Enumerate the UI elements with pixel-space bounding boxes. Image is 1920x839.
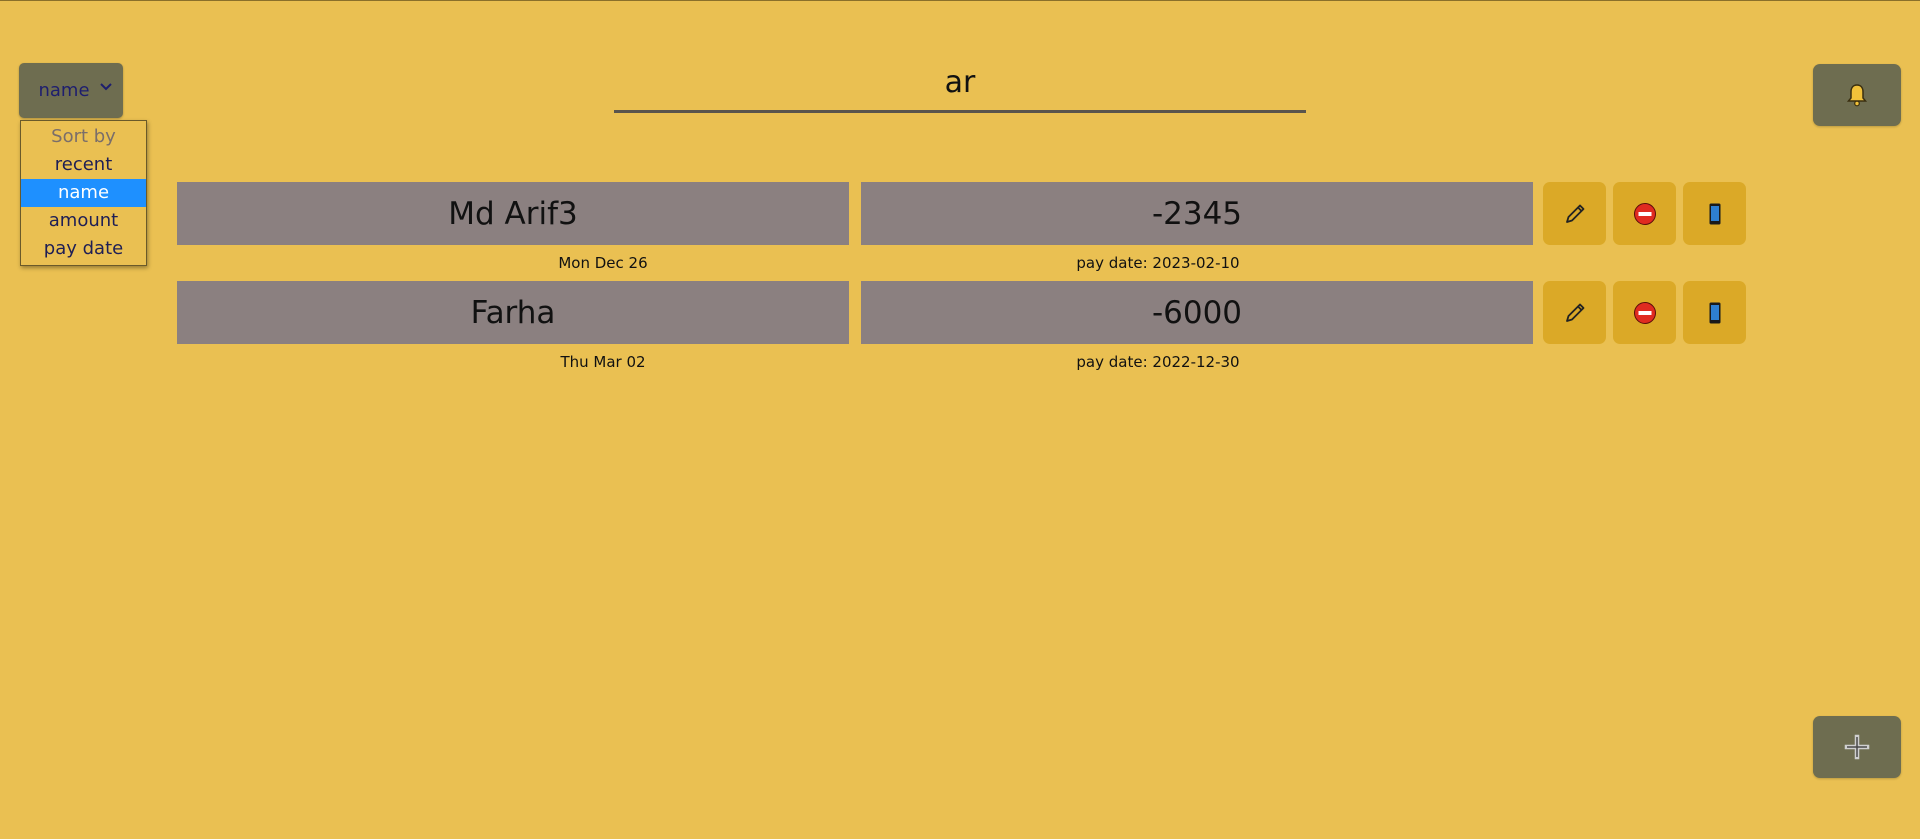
chevron-down-icon	[100, 83, 112, 91]
entry-name[interactable]: Md Arif3	[177, 182, 849, 245]
delete-button[interactable]	[1613, 281, 1676, 344]
sort-option-recent[interactable]: recent	[21, 151, 146, 179]
edit-button[interactable]	[1543, 182, 1606, 245]
sort-select[interactable]: name	[19, 63, 123, 118]
entry-pay-date: pay date: 2023-02-10	[1076, 254, 1240, 272]
mobile-phone-icon	[1709, 203, 1720, 224]
call-button[interactable]	[1683, 182, 1746, 245]
add-entry-button[interactable]	[1813, 716, 1901, 778]
sort-option-pay-date[interactable]: pay date	[21, 235, 146, 263]
search-input[interactable]: ar	[614, 59, 1306, 113]
edit-button[interactable]	[1543, 281, 1606, 344]
pencil-icon	[1565, 303, 1584, 322]
sort-option-name[interactable]: name	[21, 179, 146, 207]
pencil-icon	[1565, 204, 1584, 223]
entry-name[interactable]: Farha	[177, 281, 849, 344]
delete-button[interactable]	[1613, 182, 1676, 245]
entry-amount[interactable]: -6000	[861, 281, 1533, 344]
entry-pay-date: pay date: 2022-12-30	[1076, 353, 1240, 371]
no-entry-icon	[1633, 301, 1656, 324]
sort-option-amount[interactable]: amount	[21, 207, 146, 235]
bell-icon	[1846, 84, 1868, 107]
sort-dropdown-list: Sort by recent name amount pay date	[20, 120, 147, 266]
sort-select-value: name	[38, 80, 90, 101]
plus-icon	[1844, 734, 1870, 760]
entry-amount[interactable]: -2345	[861, 182, 1533, 245]
sort-option-header: Sort by	[51, 126, 116, 147]
mobile-phone-icon	[1709, 302, 1720, 323]
no-entry-icon	[1633, 202, 1656, 225]
notifications-button[interactable]	[1813, 64, 1901, 126]
call-button[interactable]	[1683, 281, 1746, 344]
